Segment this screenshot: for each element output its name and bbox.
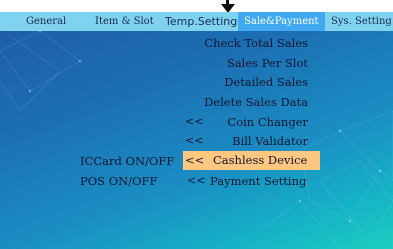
- menu-check-total-sales[interactable]: Check Total Sales: [160, 34, 308, 52]
- menu-detailed-sales[interactable]: Detailed Sales: [160, 73, 308, 91]
- tab-temp-setting[interactable]: Temp.Setting: [165, 12, 237, 31]
- payment-setting-arrow: <<: [187, 174, 206, 187]
- menu-cashless-device-label: Cashless Device: [213, 153, 308, 167]
- tab-general[interactable]: General: [26, 12, 66, 31]
- menu-cashless-device-selected[interactable]: << Cashless Device: [183, 151, 320, 170]
- tab-sale-payment[interactable]: Sale&Payment: [238, 12, 325, 31]
- menu-payment-setting[interactable]: Payment Setting: [210, 172, 306, 190]
- pos-status: POS ON/OFF: [80, 174, 158, 188]
- tab-bar: General Item & Slot Temp.Setting Sale&Pa…: [0, 12, 393, 31]
- menu-sales-per-slot[interactable]: Sales Per Slot: [160, 54, 308, 72]
- menu-delete-sales-data[interactable]: Delete Sales Data: [160, 93, 308, 111]
- iccard-status: ICCard ON/OFF: [80, 154, 175, 168]
- tab-sys-setting[interactable]: Sys. Setting: [331, 12, 392, 31]
- top-strip: [0, 0, 393, 12]
- menu-bill-validator[interactable]: Bill Validator: [200, 132, 308, 150]
- tab-item-slot[interactable]: Item & Slot: [95, 12, 154, 31]
- vending-settings-screen: General Item & Slot Temp.Setting Sale&Pa…: [0, 0, 393, 249]
- menu-coin-changer[interactable]: Coin Changer: [200, 113, 308, 131]
- cashless-device-arrow: <<: [185, 153, 205, 167]
